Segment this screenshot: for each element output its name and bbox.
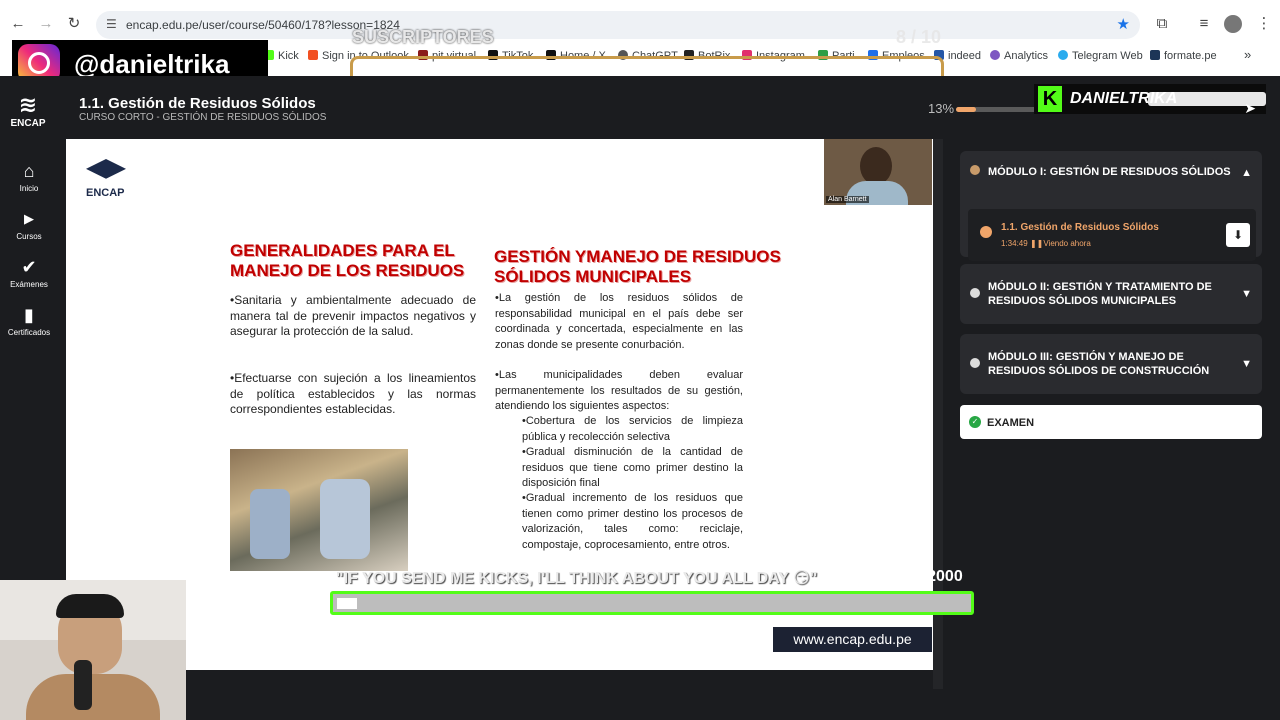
- slide-right-paragraph-1: •La gestión de los residuos sólidos de r…: [495, 292, 743, 351]
- download-icon: ⬇: [1232, 228, 1244, 242]
- sidebar-item-cursos[interactable]: ▶ Cursos: [0, 208, 58, 241]
- lesson-status: Viendo ahora: [1043, 239, 1091, 248]
- page-subtitle: CURSO CORTO - GESTIÓN DE RESIDUOS SÓLIDO…: [79, 112, 327, 123]
- slide-website: www.encap.edu.pe: [773, 627, 932, 652]
- presenter-head: [860, 147, 892, 185]
- course-modules-panel: MÓDULO I: GESTIÓN DE RESIDUOS SÓLIDOS ▲ …: [952, 139, 1272, 699]
- pause-icon: ❚❚: [1029, 239, 1044, 248]
- module-2[interactable]: MÓDULO II: GESTIÓN Y TRATAMIENTO DE RESI…: [960, 264, 1262, 324]
- slide-left-paragraph-1: •Sanitaria y ambientalmente adecuado de …: [230, 293, 476, 338]
- chevron-down-icon[interactable]: ▼: [1241, 358, 1252, 370]
- encap-logo[interactable]: ≋ ENCAP: [8, 92, 48, 136]
- module-1[interactable]: MÓDULO I: GESTIÓN DE RESIDUOS SÓLIDOS ▲ …: [960, 151, 1262, 261]
- menu-icon[interactable]: ⋮: [1254, 14, 1274, 34]
- url-row: ← → ↻ ☰ encap.edu.pe/user/course/50460/1…: [0, 8, 1280, 42]
- exam-label: EXAMEN: [987, 417, 1035, 429]
- sidebar-item-inicio[interactable]: ⌂ Inicio: [0, 160, 58, 193]
- sidebar-item-label: Exámenes: [10, 280, 48, 289]
- site-info-icon[interactable]: ☰: [106, 17, 117, 31]
- slide-logo-text: ENCAP: [86, 187, 125, 199]
- slide-right-bullet-1: •Cobertura de los servicios de limpieza …: [522, 415, 743, 443]
- photo-figure: [320, 479, 370, 559]
- bookmark-kick[interactable]: Kick: [264, 50, 299, 62]
- sidebar-item-label: Inicio: [19, 184, 39, 193]
- slide-encap-logo: ENCAP: [86, 159, 130, 205]
- encap-logo-text: ENCAP: [10, 118, 46, 129]
- chevron-up-icon[interactable]: ▲: [1241, 167, 1252, 179]
- star-icon[interactable]: ★: [1117, 15, 1130, 33]
- extensions-icon[interactable]: ⧉: [1152, 14, 1172, 34]
- course-header: ≋ ENCAP 1.1. Gestión de Residuos Sólidos…: [0, 76, 1280, 134]
- module-title: MÓDULO III: GESTIÓN Y MANEJO DE RESIDUOS…: [988, 351, 1210, 377]
- reload-icon[interactable]: ↻: [64, 14, 84, 34]
- play-circle-icon: ▶: [24, 211, 34, 226]
- cursor-icon: ➤: [1244, 100, 1256, 116]
- slide-right-heading: GESTIÓN YMANEJO DE RESIDUOS SÓLIDOS MUNI…: [494, 247, 781, 286]
- bookmark-formate[interactable]: formate.pe: [1150, 50, 1217, 62]
- microphone-icon: [74, 660, 92, 710]
- subs-goal-label: SUSCRIPTORES: [352, 27, 494, 47]
- page-title: 1.1. Gestión de Residuos Sólidos: [79, 95, 316, 112]
- photo-figure: [250, 489, 290, 559]
- streamer-webcam: [0, 580, 186, 720]
- waste-collection-photo: [230, 449, 408, 571]
- kicks-goal-message: "IF YOU SEND ME KICKS, I'LL THINK ABOUT …: [336, 570, 818, 587]
- sidebar-item-certificados[interactable]: ▮ Certificados: [0, 304, 58, 337]
- bookmark-icon: ▮: [24, 305, 34, 325]
- progress-bar-fill: [956, 107, 976, 112]
- lesson-status-icon: [980, 226, 992, 238]
- module-3[interactable]: MÓDULO III: GESTIÓN Y MANEJO DE RESIDUOS…: [960, 334, 1262, 394]
- chevron-down-icon[interactable]: ▼: [1241, 288, 1252, 300]
- streamer-shirt: [26, 674, 160, 720]
- kicks-goal-fill: [337, 598, 357, 609]
- slide-left-heading: GENERALIDADES PARA EL MANEJO DE LOS RESI…: [230, 241, 465, 280]
- formate-icon: [1150, 50, 1160, 60]
- media-icon[interactable]: ≡: [1194, 14, 1214, 34]
- graduation-cap-icon: [86, 159, 126, 179]
- analytics-icon: [990, 50, 1000, 60]
- lesson-meta: 1:34:49 ❚❚Viendo ahora: [1001, 239, 1091, 248]
- presenter-camera: Alan Barnett: [824, 139, 932, 205]
- sidebar-item-examenes[interactable]: ✔ Exámenes: [0, 256, 58, 289]
- module-status-icon: [970, 358, 980, 368]
- module-status-icon: [970, 165, 980, 175]
- exam-link[interactable]: ✓ EXAMEN: [960, 405, 1262, 439]
- streamer-hair: [56, 594, 124, 618]
- telegram-icon: [1058, 50, 1068, 60]
- bookmark-analytics[interactable]: Analytics: [990, 50, 1048, 62]
- module-title: MÓDULO II: GESTIÓN Y TRATAMIENTO DE RESI…: [988, 281, 1212, 307]
- slide-right-bullet-3: •Gradual incremento de los residuos que …: [522, 492, 743, 551]
- slide-right-bullet-2: •Gradual disminución de la cantidad de r…: [522, 446, 743, 489]
- more-bookmarks-icon[interactable]: »: [1244, 47, 1251, 62]
- bookmark-telegram[interactable]: Telegram Web: [1058, 50, 1143, 62]
- lesson-duration: 1:34:49: [1001, 239, 1028, 248]
- sidebar-item-label: Cursos: [16, 232, 42, 241]
- progress-percent: 13%: [928, 101, 955, 116]
- lesson-item-current[interactable]: 1.1. Gestión de Residuos Sólidos 1:34:49…: [968, 209, 1256, 261]
- slide-left-paragraph-2: •Efectuarse con sujeción a los lineamien…: [230, 371, 476, 416]
- profile-avatar[interactable]: [1224, 15, 1242, 33]
- presenter-name: Alan Barnett: [826, 196, 869, 203]
- address-bar[interactable]: ☰ encap.edu.pe/user/course/50460/178?les…: [96, 11, 1140, 39]
- download-button[interactable]: ⬇: [1226, 223, 1250, 247]
- encap-logo-icon: ≋: [18, 92, 38, 117]
- sidebar-item-label: Certificados: [7, 328, 51, 337]
- back-icon[interactable]: ←: [8, 14, 28, 34]
- check-icon: ✔: [21, 257, 37, 277]
- forward-icon[interactable]: →: [36, 14, 56, 34]
- kicks-goal-overlay: "IF YOU SEND ME KICKS, I'LL THINK ABOUT …: [330, 566, 976, 616]
- kick-logo-icon: K: [1038, 86, 1062, 112]
- check-circle-icon: ✓: [969, 416, 981, 428]
- home-icon: ⌂: [23, 161, 35, 181]
- module-title: MÓDULO I: GESTIÓN DE RESIDUOS SÓLIDOS: [988, 166, 1231, 178]
- microsoft-icon: [308, 50, 318, 60]
- slide-right-paragraph-2: •Las municipalidades deben evaluar perma…: [495, 369, 743, 412]
- kicks-goal-bar: [330, 591, 974, 615]
- kick-overlay: K DANIELTRIKA ➤: [1034, 84, 1266, 116]
- subs-goal-count: 8 / 10: [896, 27, 942, 47]
- lesson-title: 1.1. Gestión de Residuos Sólidos: [1001, 222, 1159, 233]
- module-status-icon: [970, 288, 980, 298]
